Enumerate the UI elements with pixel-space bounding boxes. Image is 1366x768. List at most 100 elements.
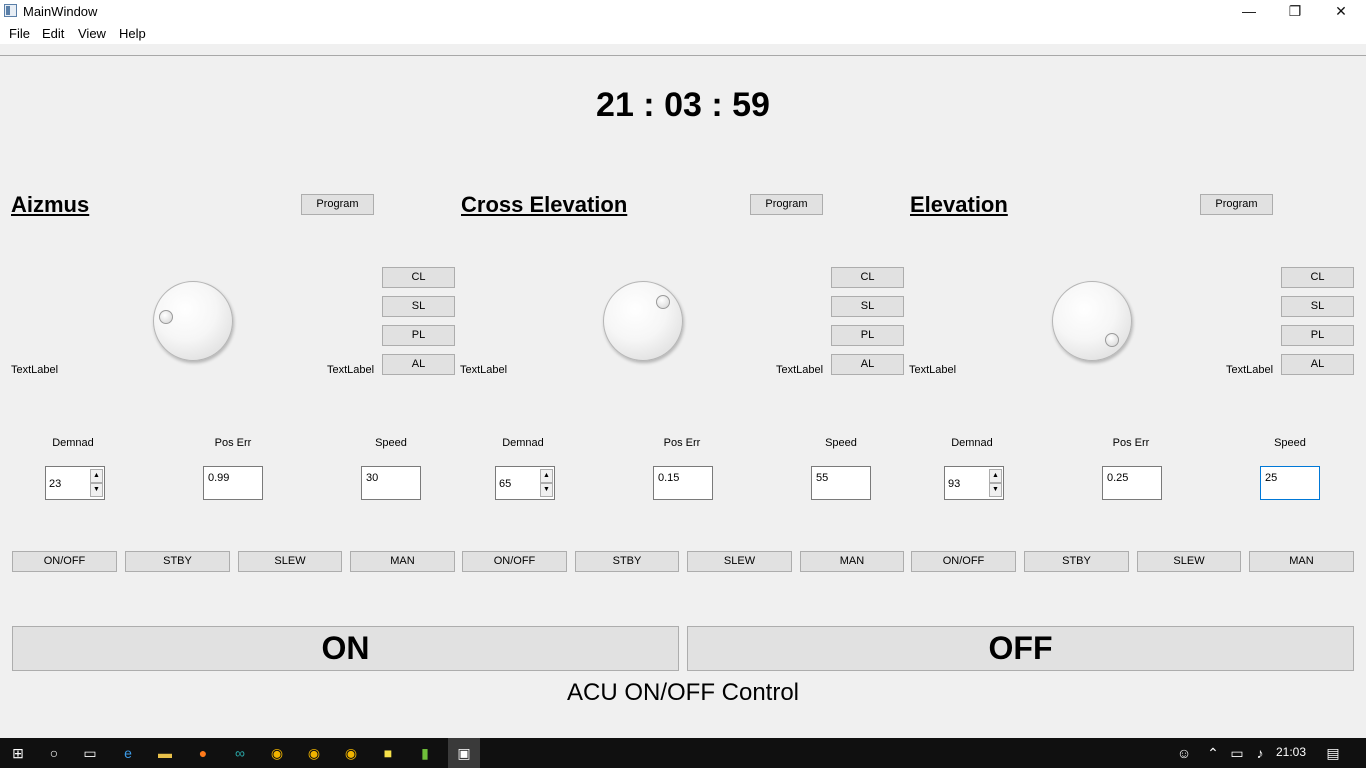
section-heading-cross-elevation: Cross Elevation — [461, 192, 628, 217]
dial-handle[interactable] — [1105, 333, 1119, 347]
title-bar — [0, 0, 1366, 23]
elevation-demand-spinbox[interactable]: 93 ▲ ▼ — [944, 466, 1004, 500]
section-heading-elevation: Elevation — [910, 192, 1008, 217]
cross-elevation-al-button[interactable]: AL — [831, 354, 904, 375]
spin-down-arrow-icon[interactable]: ▼ — [90, 483, 103, 497]
aizmus-poserr-field[interactable]: 0.99 — [203, 466, 263, 500]
cross-elevation-cl-button[interactable]: CL — [831, 267, 904, 288]
cross-elevation-dial[interactable] — [603, 281, 683, 361]
acu-on-button[interactable]: ON — [12, 626, 679, 671]
elevation-sl-button[interactable]: SL — [1281, 296, 1354, 317]
elevation-stby-button[interactable]: STBY — [1024, 551, 1129, 572]
cross-elevation-slew-button[interactable]: SLEW — [687, 551, 792, 572]
arduino-icon[interactable]: ∞ — [231, 744, 249, 762]
cross-elevation-onoff-button[interactable]: ON/OFF — [462, 551, 567, 572]
battery-icon[interactable]: ▭ — [1228, 744, 1246, 762]
cross-elevation-program-button[interactable]: Program — [750, 194, 823, 215]
elevation-dial[interactable] — [1052, 281, 1132, 361]
menu-file[interactable]: File — [9, 26, 30, 41]
chrome-icon[interactable]: ◉ — [305, 744, 323, 762]
notifications-icon[interactable]: ▤ — [1324, 744, 1342, 762]
spin-up-arrow-icon[interactable]: ▲ — [989, 469, 1002, 483]
aizmus-text-label-left: TextLabel — [11, 364, 59, 376]
chrome-icon[interactable]: ◉ — [342, 744, 360, 762]
aizmus-dial[interactable] — [153, 281, 233, 361]
aizmus-poserr-label: Pos Err — [214, 437, 252, 449]
menu-view[interactable]: View — [78, 26, 106, 41]
chevron-up-icon[interactable]: ⌃ — [1204, 744, 1222, 762]
task-view-icon[interactable]: ▭ — [81, 744, 99, 762]
firefox-icon[interactable]: ● — [194, 744, 212, 762]
clock-display: 21 : 03 : 59 — [596, 86, 770, 124]
aizmus-slew-button[interactable]: SLEW — [238, 551, 342, 572]
windows-start-icon[interactable]: ⊞ — [9, 744, 27, 762]
cross-elevation-pl-button[interactable]: PL — [831, 325, 904, 346]
spinbox-value: 65 — [499, 478, 512, 490]
edge-icon[interactable]: e — [119, 744, 137, 762]
elevation-speed-field[interactable]: 25 — [1260, 466, 1320, 500]
dial-handle[interactable] — [159, 310, 173, 324]
cross-elevation-speed-label: Speed — [825, 437, 857, 449]
app-window-icon — [4, 4, 17, 17]
aizmus-text-label-right: TextLabel — [327, 364, 375, 376]
close-button[interactable]: ✕ — [1318, 0, 1364, 23]
volume-icon[interactable]: ♪ — [1251, 744, 1269, 762]
elevation-pl-button[interactable]: PL — [1281, 325, 1354, 346]
elevation-man-button[interactable]: MAN — [1249, 551, 1354, 572]
cross-elevation-speed-field[interactable]: 55 — [811, 466, 871, 500]
cross-elevation-poserr-field[interactable]: 0.15 — [653, 466, 713, 500]
elevation-text-label-right: TextLabel — [1226, 364, 1274, 376]
elevation-text-label-left: TextLabel — [909, 364, 957, 376]
window-title: MainWindow — [23, 4, 98, 19]
aizmus-onoff-button[interactable]: ON/OFF — [12, 551, 117, 572]
menu-bar — [0, 23, 1366, 44]
aizmus-demand-spinbox[interactable]: 23 ▲ ▼ — [45, 466, 105, 500]
aizmus-sl-button[interactable]: SL — [382, 296, 455, 317]
elevation-slew-button[interactable]: SLEW — [1137, 551, 1241, 572]
aizmus-pl-button[interactable]: PL — [382, 325, 455, 346]
elevation-program-button[interactable]: Program — [1200, 194, 1273, 215]
elevation-onoff-button[interactable]: ON/OFF — [911, 551, 1016, 572]
spin-down-arrow-icon[interactable]: ▼ — [540, 483, 553, 497]
acu-off-button[interactable]: OFF — [687, 626, 1354, 671]
cross-elevation-stby-button[interactable]: STBY — [575, 551, 679, 572]
minimize-button[interactable]: — — [1226, 0, 1272, 23]
spin-up-arrow-icon[interactable]: ▲ — [90, 469, 103, 483]
cross-elevation-sl-button[interactable]: SL — [831, 296, 904, 317]
acu-control-label: ACU ON/OFF Control — [566, 679, 800, 706]
aizmus-program-button[interactable]: Program — [301, 194, 374, 215]
elevation-demand-label: Demnad — [951, 437, 993, 449]
aizmus-demand-label: Demnad — [52, 437, 94, 449]
qt-creator-icon[interactable]: ▮ — [416, 744, 434, 762]
menu-help[interactable]: Help — [119, 26, 146, 41]
maximize-button[interactable]: ❐ — [1272, 0, 1318, 23]
dial-handle[interactable] — [656, 295, 670, 309]
cross-elevation-poserr-label: Pos Err — [663, 437, 701, 449]
people-icon[interactable]: ☺ — [1175, 744, 1193, 762]
elevation-speed-label: Speed — [1274, 437, 1306, 449]
elevation-al-button[interactable]: AL — [1281, 354, 1354, 375]
aizmus-cl-button[interactable]: CL — [382, 267, 455, 288]
app-window-icon[interactable]: ▣ — [448, 738, 480, 768]
menu-edit[interactable]: Edit — [42, 26, 64, 41]
aizmus-stby-button[interactable]: STBY — [125, 551, 230, 572]
aizmus-speed-label: Speed — [375, 437, 407, 449]
elevation-poserr-field[interactable]: 0.25 — [1102, 466, 1162, 500]
tray-clock[interactable]: 21:03 — [1276, 745, 1306, 759]
sticky-notes-icon[interactable]: ■ — [379, 744, 397, 762]
section-heading-aizmus: Aizmus — [11, 192, 90, 217]
search-icon[interactable]: ○ — [45, 744, 63, 762]
cross-elevation-man-button[interactable]: MAN — [800, 551, 904, 572]
elevation-poserr-label: Pos Err — [1112, 437, 1150, 449]
aizmus-al-button[interactable]: AL — [382, 354, 455, 375]
file-explorer-icon[interactable]: ▬ — [156, 744, 174, 762]
chrome-icon[interactable]: ◉ — [268, 744, 286, 762]
cross-elevation-text-label-right: TextLabel — [776, 364, 824, 376]
aizmus-speed-field[interactable]: 30 — [361, 466, 421, 500]
spin-down-arrow-icon[interactable]: ▼ — [989, 483, 1002, 497]
elevation-cl-button[interactable]: CL — [1281, 267, 1354, 288]
spin-up-arrow-icon[interactable]: ▲ — [540, 469, 553, 483]
aizmus-man-button[interactable]: MAN — [350, 551, 455, 572]
menu-separator — [0, 55, 1366, 56]
cross-elevation-demand-spinbox[interactable]: 65 ▲ ▼ — [495, 466, 555, 500]
